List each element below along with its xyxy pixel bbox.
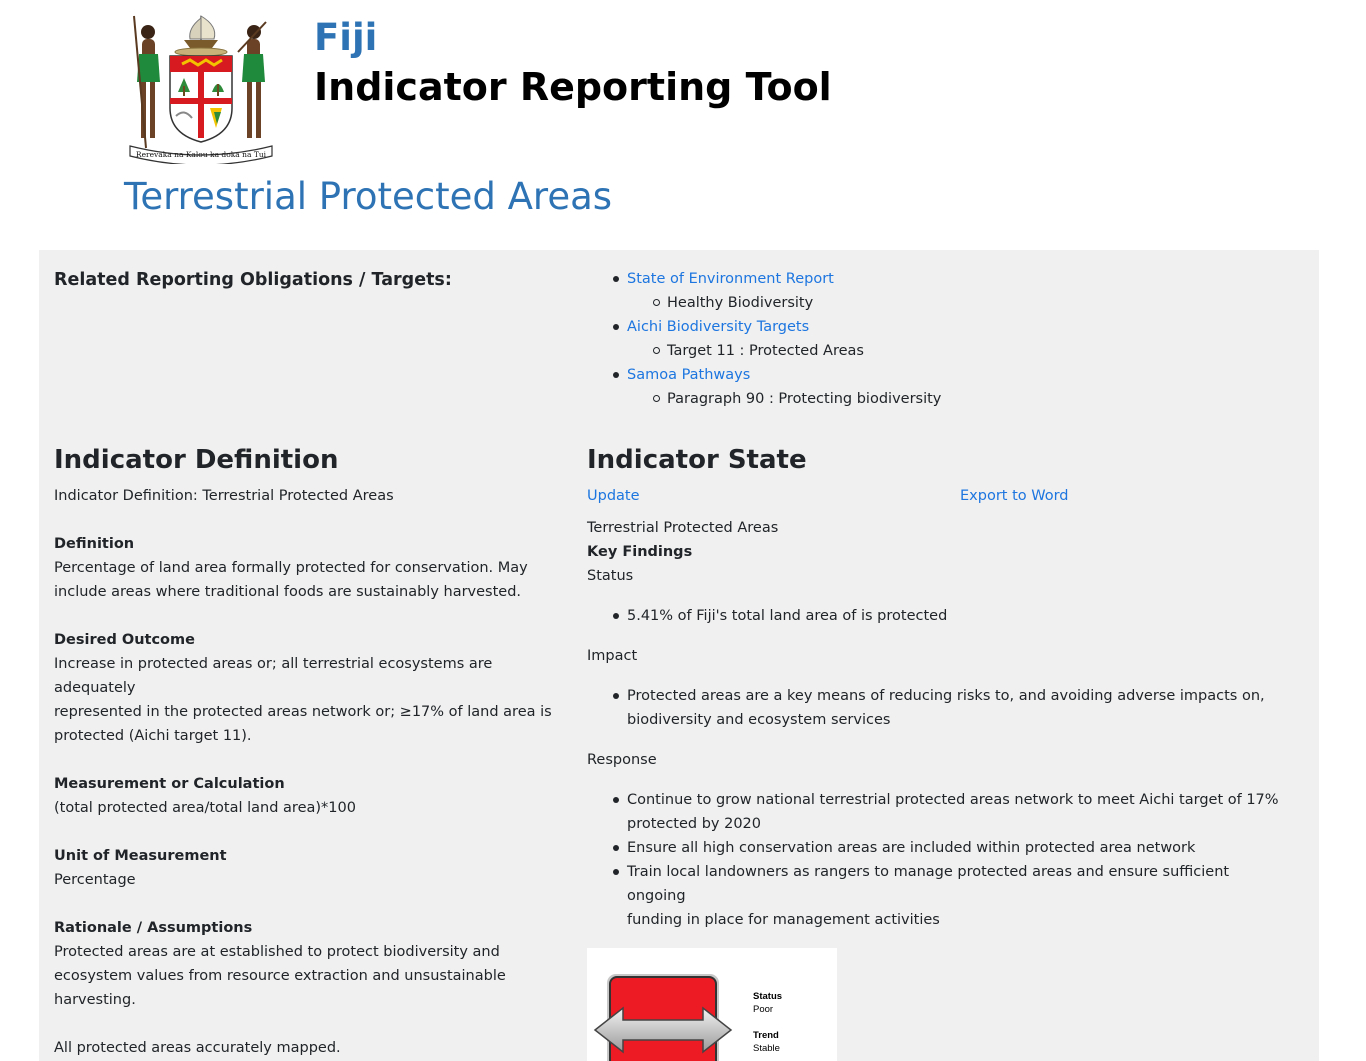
response-list: Continue to grow national terrestrial pr… [613,788,1287,932]
desired-outcome-text: represented in the protected areas netwo… [54,704,552,720]
page-title: Terrestrial Protected Areas [124,175,613,218]
status-list: 5.41% of Fiji's total land area of is pr… [613,604,1287,628]
unit-text: Percentage [54,872,136,888]
obligation-subitem: Paragraph 90 : Protecting biodiversity [653,387,1227,411]
rationale-text: Protected areas are at established to pr… [54,944,500,960]
key-findings-label: Key Findings [587,544,693,560]
state-heading: Indicator State [587,445,807,475]
response-item: Continue to grow national terrestrial pr… [613,788,1287,836]
fiji-coat-of-arms-logo: Rerevaka na Kalou ka doka na Tui [129,15,273,164]
rationale-text: ecosystem values from resource extractio… [54,968,506,984]
obligation-link-samoa[interactable]: Samoa Pathways [627,367,750,383]
measurement-text: (total protected area/total land area)*1… [54,800,356,816]
obligations-label: Related Reporting Obligations / Targets: [54,270,452,290]
obligation-link-soe[interactable]: State of Environment Report [627,271,834,287]
obligations-list: State of Environment Report Healthy Biod… [613,267,1227,411]
rationale-text: harvesting. [54,992,136,1008]
definition-heading: Indicator Definition [54,445,339,475]
obligation-item: State of Environment Report [613,267,1227,291]
assessment-status-value: Poor [753,1004,773,1015]
indicator-panel: Related Reporting Obligations / Targets:… [39,250,1319,1061]
state-column: Indicator State Update Export to Word Te… [587,443,1287,972]
response-item: Ensure all high conservation areas are i… [613,836,1287,860]
definition-intro: Indicator Definition: Terrestrial Protec… [54,488,394,504]
unit-label: Unit of Measurement [54,848,227,864]
status-color-block [609,976,717,1061]
page-header: Rerevaka na Kalou ka doka na Tui Fiji In… [0,0,1366,250]
update-link[interactable]: Update [587,484,640,508]
impact-line: biodiversity and ecosystem services [627,712,891,728]
response-line: Train local landowners as rangers to man… [627,864,1230,904]
impact-item: Protected areas are a key means of reduc… [613,684,1287,732]
response-line: funding in place for management activiti… [627,912,940,928]
state-indicator-name: Terrestrial Protected Areas [587,520,779,536]
obligation-item: Aichi Biodiversity Targets [613,315,1227,339]
rationale-text: All protected areas accurately mapped. [54,1040,341,1056]
definition-text: Percentage of land area formally protect… [54,560,528,576]
state-actions: Update Export to Word [587,484,1287,508]
definition-column: Indicator Definition Indicator Definitio… [54,443,574,1060]
response-line: Continue to grow national terrestrial pr… [627,792,1279,808]
obligation-item: Samoa Pathways [613,363,1227,387]
definition-label: Definition [54,536,135,552]
logo-motto-text: Rerevaka na Kalou ka doka na Tui [136,150,267,159]
site-title: Indicator Reporting Tool [314,65,832,109]
obligation-subitem: Target 11 : Protected Areas [653,339,1227,363]
impact-list: Protected areas are a key means of reduc… [613,684,1287,732]
obligation-link-aichi[interactable]: Aichi Biodiversity Targets [627,319,809,335]
obligation-subitem: Healthy Biodiversity [653,291,1227,315]
export-to-word-link[interactable]: Export to Word [960,484,1069,508]
impact-label: Impact [587,648,638,664]
rationale-label: Rationale / Assumptions [54,920,253,936]
status-label: Status [587,568,634,584]
measurement-label: Measurement or Calculation [54,776,285,792]
desired-outcome-text: protected (Aichi target 11). [54,728,252,744]
assessment-status-label: Status [753,991,782,1002]
impact-line: Protected areas are a key means of reduc… [627,688,1265,704]
response-item: Train local landowners as rangers to man… [613,860,1287,932]
assessment-trend-label: Trend [753,1030,779,1041]
definition-text: include areas where traditional foods ar… [54,584,522,600]
response-line: protected by 2020 [627,816,762,832]
response-label: Response [587,752,657,768]
desired-outcome-label: Desired Outcome [54,632,195,648]
desired-outcome-text: Increase in protected areas or; all terr… [54,656,493,696]
site-name: Fiji [314,16,378,59]
assessment-trend-value: Stable [753,1043,780,1054]
indicator-assessment-graphic: Status Poor Trend Stable [587,948,837,1061]
status-item: 5.41% of Fiji's total land area of is pr… [613,604,1287,628]
